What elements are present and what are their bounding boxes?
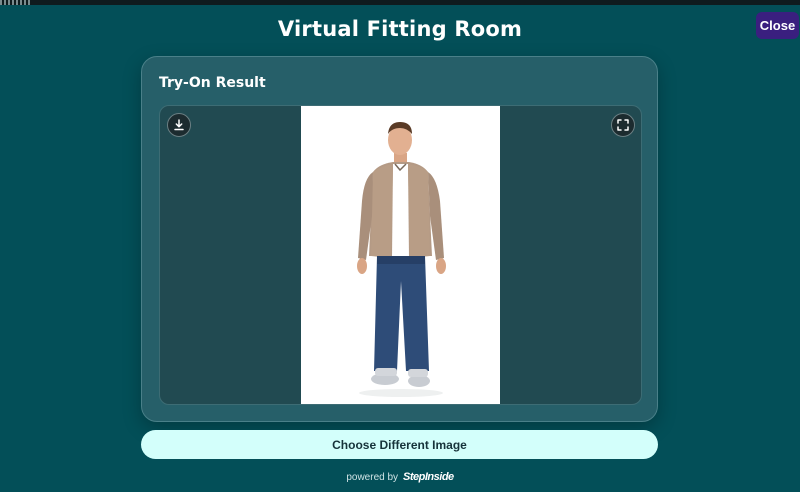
download-button[interactable] (167, 113, 191, 137)
top-strip (0, 0, 800, 5)
choose-different-image-button[interactable]: Choose Different Image (141, 430, 658, 459)
download-icon (174, 119, 184, 131)
corner-logo-fragment (0, 0, 30, 5)
result-image-viewer (159, 105, 642, 405)
try-on-result-image (301, 106, 500, 404)
close-button[interactable]: Close (756, 12, 799, 39)
powered-by-label: powered by (346, 471, 399, 483)
expand-icon (617, 119, 629, 131)
card-title: Try-On Result (159, 75, 266, 91)
person-illustration (357, 122, 446, 397)
page-title: Virtual Fitting Room (277, 17, 523, 41)
fullscreen-button[interactable] (611, 113, 635, 137)
try-on-result-card: Try-On Result (141, 56, 658, 422)
brand-logo[interactable]: StepInside (403, 471, 454, 483)
powered-by-footer: powered by StepInside (0, 469, 800, 485)
